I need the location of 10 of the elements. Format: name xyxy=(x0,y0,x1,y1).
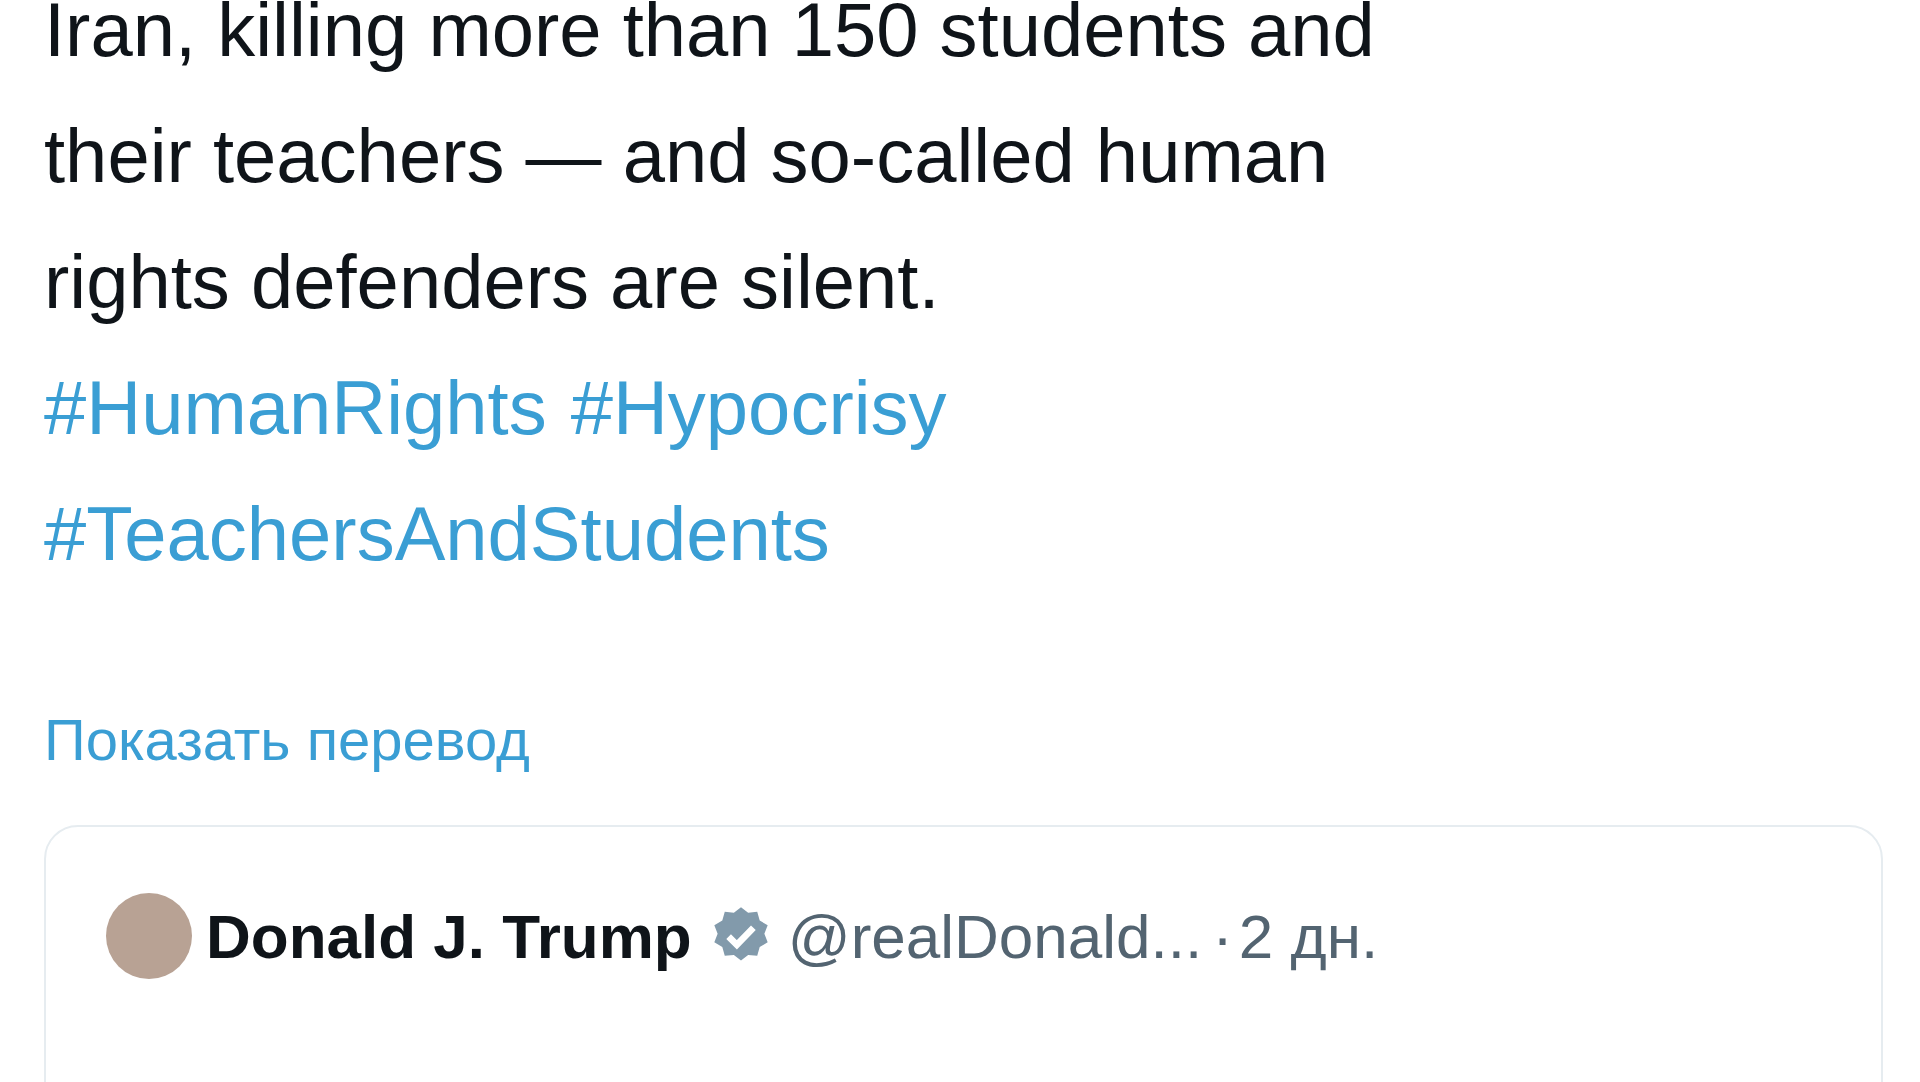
hashtag-link[interactable]: #HumanRights xyxy=(44,345,547,471)
separator-dot: · xyxy=(1212,900,1233,972)
author-handle: @realDonald... xyxy=(787,900,1203,972)
post-time: 2 дн. xyxy=(1238,900,1379,972)
show-translation-link[interactable]: Показать перевод xyxy=(44,705,530,775)
hashtag-link[interactable]: #Hypocrisy xyxy=(570,345,947,471)
quoted-post-card[interactable]: Donald J. Trump @realDonald... ·2 дн. xyxy=(44,825,1883,1082)
post-text: Iran, killing more than 150 students and their teachers — and so-called human rights defenders are silent. xyxy=(44,0,1376,326)
author-name: Donald J. Trump xyxy=(206,900,692,972)
hashtag-link[interactable]: #TeachersAndStudents xyxy=(44,471,830,597)
